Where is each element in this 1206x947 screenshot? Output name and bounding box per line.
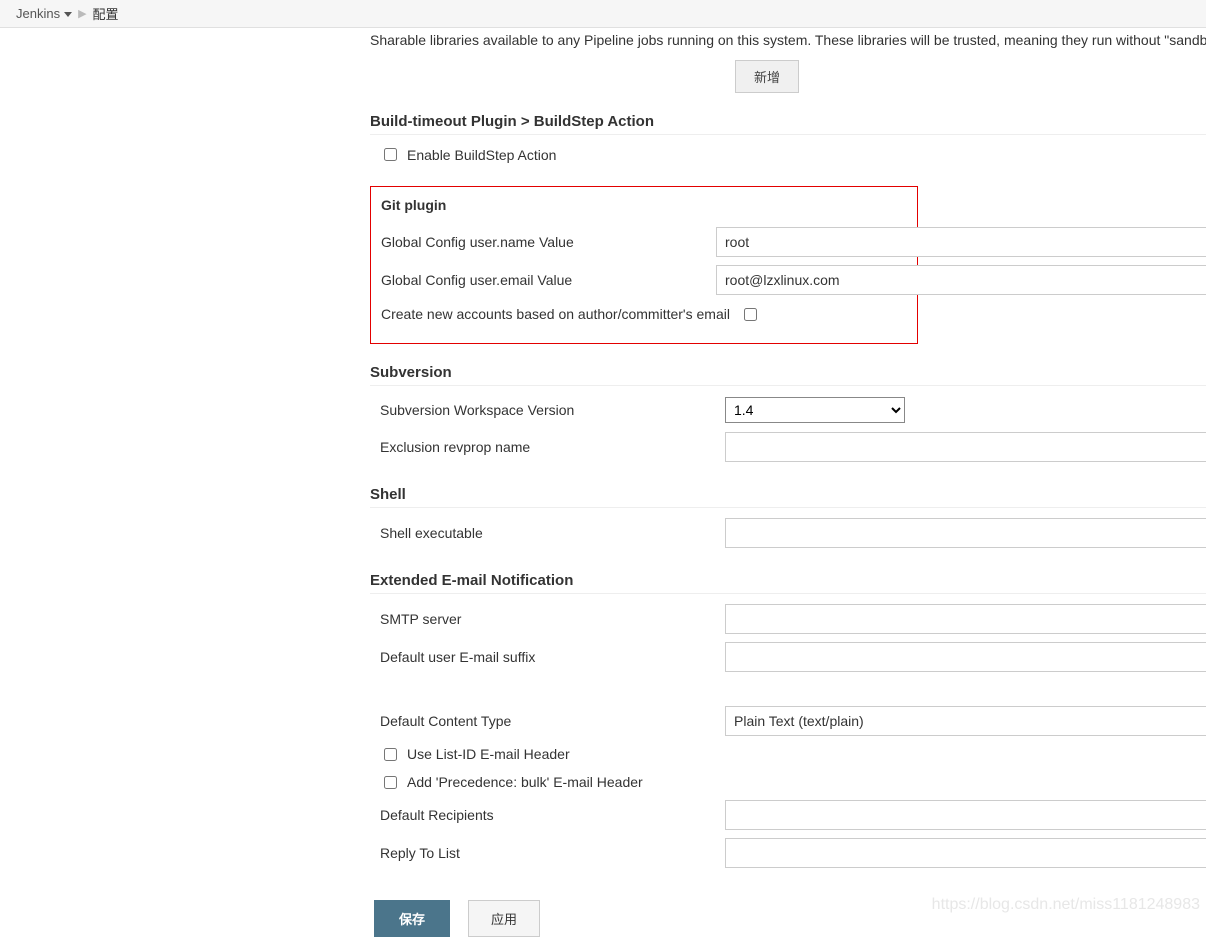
add-library-button[interactable]: 新增 <box>735 60 799 93</box>
smtp-server-label: SMTP server <box>370 611 725 627</box>
svn-exclusion-label: Exclusion revprop name <box>370 439 725 455</box>
git-plugin-heading: Git plugin <box>371 197 917 213</box>
apply-button[interactable]: 应用 <box>468 900 540 937</box>
breadcrumb-current: 配置 <box>93 4 119 23</box>
git-create-accounts-label: Create new accounts based on author/comm… <box>381 306 730 322</box>
smtp-server-input[interactable] <box>725 604 1206 634</box>
svn-ws-version-label: Subversion Workspace Version <box>370 402 725 418</box>
svn-exclusion-input[interactable] <box>725 432 1206 462</box>
enable-buildstep-checkbox[interactable] <box>384 148 397 161</box>
list-id-checkbox[interactable] <box>384 748 397 761</box>
git-user-email-label: Global Config user.email Value <box>371 272 716 288</box>
shell-executable-input[interactable] <box>725 518 1206 548</box>
git-plugin-section: Git plugin Global Config user.name Value… <box>370 186 918 344</box>
breadcrumb-root-label: Jenkins <box>16 6 60 21</box>
git-user-name-label: Global Config user.name Value <box>371 234 716 250</box>
default-recipients-input[interactable] <box>725 800 1206 830</box>
reply-to-label: Reply To List <box>370 845 725 861</box>
enable-buildstep-label: Enable BuildStep Action <box>407 147 556 163</box>
breadcrumb-separator: ▶ <box>78 7 86 20</box>
reply-to-input[interactable] <box>725 838 1206 868</box>
section-extended-email: Extended E-mail Notification <box>370 572 1206 594</box>
breadcrumb-root[interactable]: Jenkins <box>16 6 72 21</box>
section-subversion: Subversion <box>370 364 1206 386</box>
git-user-name-input[interactable] <box>716 227 1206 257</box>
default-recipients-label: Default Recipients <box>370 807 725 823</box>
chevron-down-icon <box>64 12 72 17</box>
save-button[interactable]: 保存 <box>374 900 450 937</box>
content-type-input[interactable] <box>725 706 1206 736</box>
precedence-bulk-label: Add 'Precedence: bulk' E-mail Header <box>407 774 643 790</box>
content-type-label: Default Content Type <box>370 713 725 729</box>
precedence-bulk-checkbox[interactable] <box>384 776 397 789</box>
shell-executable-label: Shell executable <box>370 525 725 541</box>
email-suffix-label: Default user E-mail suffix <box>370 649 725 665</box>
email-suffix-input[interactable] <box>725 642 1206 672</box>
section-build-timeout: Build-timeout Plugin > BuildStep Action <box>370 113 1206 135</box>
breadcrumb: Jenkins ▶ 配置 <box>0 0 1206 28</box>
list-id-label: Use List-ID E-mail Header <box>407 746 570 762</box>
section-shell: Shell <box>370 486 1206 508</box>
git-create-accounts-checkbox[interactable] <box>744 308 757 321</box>
pipeline-libraries-description: Sharable libraries available to any Pipe… <box>370 32 1206 48</box>
svn-ws-version-select[interactable]: 1.4 <box>725 397 905 423</box>
git-user-email-input[interactable] <box>716 265 1206 295</box>
